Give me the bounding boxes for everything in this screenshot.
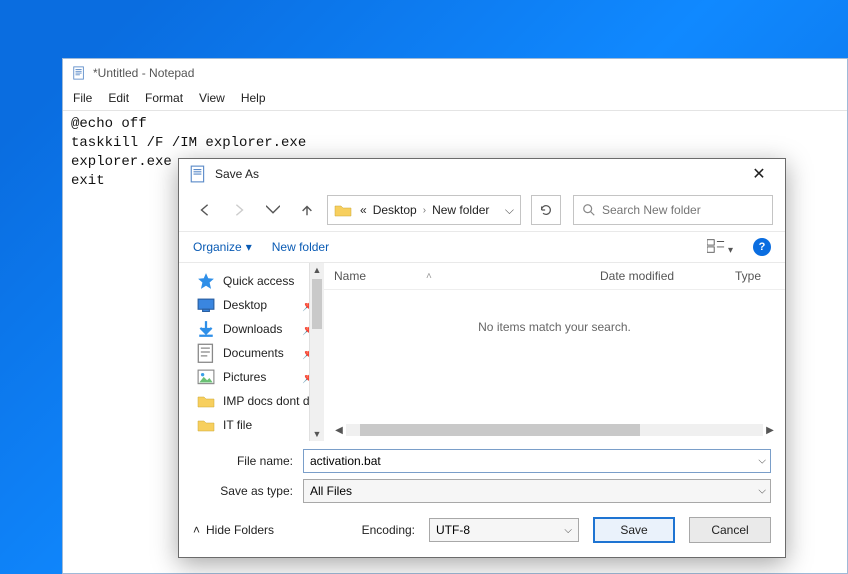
menu-edit[interactable]: Edit xyxy=(108,91,129,105)
dropdown-icon[interactable]: ⌵ xyxy=(758,456,766,467)
savetype-label: Save as type: xyxy=(193,484,303,498)
sidebar-item-desktop[interactable]: Desktop 📌 xyxy=(179,293,324,317)
col-name[interactable]: Name˄ xyxy=(334,269,600,283)
scroll-left-icon[interactable]: ◀ xyxy=(332,425,346,436)
newfolder-button[interactable]: New folder xyxy=(272,240,329,254)
organize-button[interactable]: Organize ▾ xyxy=(193,240,252,254)
dropdown-icon: ▾ xyxy=(246,240,252,254)
up-button[interactable] xyxy=(293,196,321,224)
sidebar-item-impdocs[interactable]: IMP docs dont d xyxy=(179,389,324,413)
scroll-thumb[interactable] xyxy=(360,424,640,436)
sidebar-item-itfile[interactable]: IT file xyxy=(179,413,324,437)
horizontal-scrollbar[interactable]: ◀ ▶ xyxy=(332,423,777,437)
hidefolders-button[interactable]: ˄ Hide Folders xyxy=(193,523,274,537)
breadcrumb-1[interactable]: New folder xyxy=(432,203,489,217)
nav-pane: Quick access Desktop 📌 Downloads 📌 Docum… xyxy=(179,263,324,441)
dropdown-icon[interactable]: ⌵ xyxy=(758,486,766,497)
saveas-title: Save As xyxy=(215,167,739,181)
toolbar: Organize ▾ New folder ▾ ? xyxy=(179,231,785,263)
encoding-label: Encoding: xyxy=(362,523,415,537)
back-button[interactable] xyxy=(191,196,219,224)
breadcrumb-0[interactable]: Desktop xyxy=(373,203,417,217)
filename-fields: File name: ⌵ Save as type: All Files ⌵ xyxy=(179,441,785,507)
sidebar-item-quickaccess[interactable]: Quick access xyxy=(179,269,324,293)
menu-file[interactable]: File xyxy=(73,91,92,105)
folder-icon xyxy=(197,393,215,409)
nav-scrollbar[interactable]: ▲ ▼ xyxy=(309,263,324,441)
chevron-up-icon: ˄ xyxy=(193,523,200,537)
dialog-footer: ˄ Hide Folders Encoding: UTF-8 ⌵ Save Ca… xyxy=(179,507,785,557)
folder-icon xyxy=(334,202,352,218)
column-headers[interactable]: Name˄ Date modified Type xyxy=(324,263,785,290)
notepad-title: *Untitled - Notepad xyxy=(93,66,194,80)
view-button[interactable]: ▾ xyxy=(707,239,733,256)
notepad-menubar: File Edit Format View Help xyxy=(63,87,847,111)
savetype-select[interactable]: All Files ⌵ xyxy=(303,479,771,503)
help-button[interactable]: ? xyxy=(753,238,771,256)
saveas-dialog: Save As ✕ « Desktop › New folder ⌵ Organ… xyxy=(178,158,786,558)
download-icon xyxy=(197,321,215,337)
filename-input-wrapper[interactable]: ⌵ xyxy=(303,449,771,473)
col-type[interactable]: Type xyxy=(735,269,775,283)
star-icon xyxy=(197,273,215,289)
nav-row: « Desktop › New folder ⌵ xyxy=(179,189,785,231)
save-button[interactable]: Save xyxy=(593,517,675,543)
documents-icon xyxy=(197,345,215,361)
sidebar-item-documents[interactable]: Documents 📌 xyxy=(179,341,324,365)
scroll-down-icon[interactable]: ▼ xyxy=(310,427,324,441)
filename-input[interactable] xyxy=(310,454,764,468)
notepad-icon xyxy=(71,65,87,81)
saveas-icon xyxy=(189,165,207,183)
scroll-right-icon[interactable]: ▶ xyxy=(763,425,777,436)
cancel-button[interactable]: Cancel xyxy=(689,517,771,543)
addressbar-dropdown-icon[interactable]: ⌵ xyxy=(505,203,514,218)
sort-icon: ˄ xyxy=(426,271,432,282)
forward-button[interactable] xyxy=(225,196,253,224)
breadcrumb-prefix: « xyxy=(360,203,367,217)
dropdown-icon[interactable]: ⌵ xyxy=(564,525,572,536)
pictures-icon xyxy=(197,369,215,385)
sidebar-item-downloads[interactable]: Downloads 📌 xyxy=(179,317,324,341)
desktop-icon xyxy=(197,297,215,313)
menu-format[interactable]: Format xyxy=(145,91,183,105)
col-date[interactable]: Date modified xyxy=(600,269,735,283)
menu-help[interactable]: Help xyxy=(241,91,266,105)
menu-view[interactable]: View xyxy=(199,91,225,105)
refresh-button[interactable] xyxy=(531,195,561,225)
saveas-titlebar[interactable]: Save As ✕ xyxy=(179,159,785,189)
search-input[interactable] xyxy=(602,203,764,217)
close-button[interactable]: ✕ xyxy=(739,164,779,184)
file-list: Name˄ Date modified Type No items match … xyxy=(324,263,785,441)
recent-dropdown[interactable] xyxy=(259,196,287,224)
folder-icon xyxy=(197,417,215,433)
breadcrumb-sep-icon: › xyxy=(423,205,426,216)
scroll-thumb[interactable] xyxy=(312,279,322,329)
filename-label: File name: xyxy=(193,454,303,468)
encoding-select[interactable]: UTF-8 ⌵ xyxy=(429,518,579,542)
empty-message: No items match your search. xyxy=(324,290,785,364)
sidebar-item-pictures[interactable]: Pictures 📌 xyxy=(179,365,324,389)
address-bar[interactable]: « Desktop › New folder ⌵ xyxy=(327,195,521,225)
search-box[interactable] xyxy=(573,195,773,225)
search-icon xyxy=(582,203,596,217)
scroll-up-icon[interactable]: ▲ xyxy=(310,263,324,277)
notepad-titlebar[interactable]: *Untitled - Notepad xyxy=(63,59,847,87)
